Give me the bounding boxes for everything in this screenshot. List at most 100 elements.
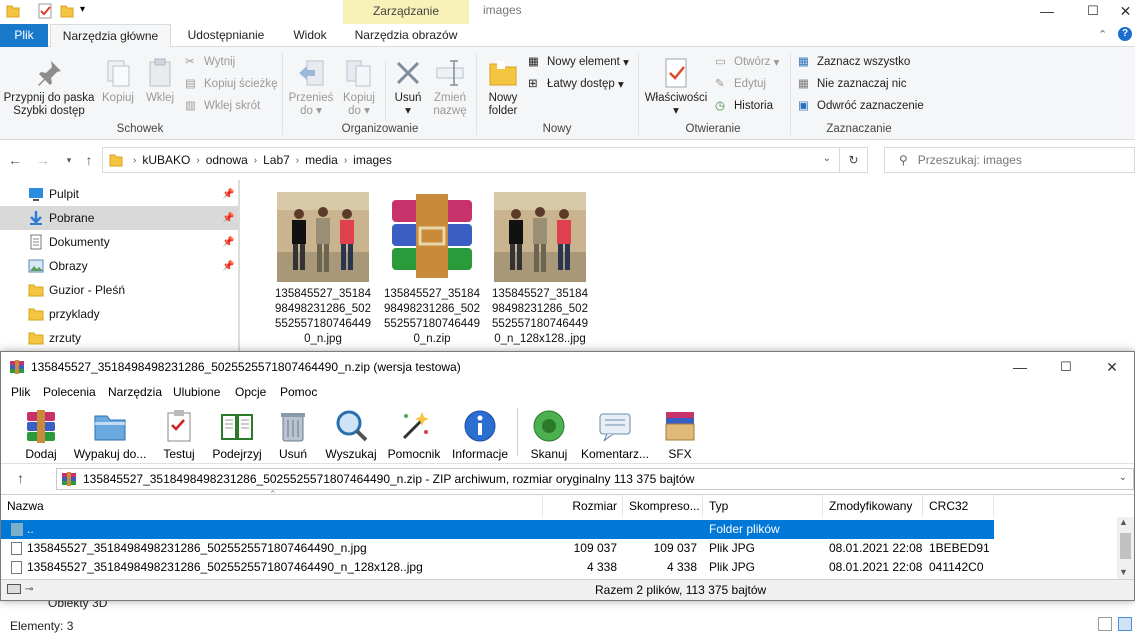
- search-input[interactable]: ⚲ Przeszukaj: images: [884, 147, 1135, 173]
- breadcrumb-item[interactable]: odnowa: [206, 153, 248, 167]
- nav-item-zrzuty[interactable]: zrzuty: [0, 326, 238, 350]
- find-button[interactable]: Wyszukaj: [323, 408, 379, 461]
- navigation-scrollbar[interactable]: [238, 180, 240, 355]
- menu-ulubione[interactable]: Ulubione: [173, 385, 220, 399]
- menu-polecenia[interactable]: Polecenia: [43, 385, 96, 399]
- breadcrumb-item[interactable]: images: [353, 153, 392, 167]
- pin-icon[interactable]: 📌: [222, 237, 234, 248]
- comment-button[interactable]: Komentarz...: [579, 408, 651, 461]
- move-to-button[interactable]: Przenieś do ▾: [288, 57, 334, 118]
- tab-picture-tools[interactable]: Narzędzia obrazów: [343, 24, 469, 47]
- column-header-packed[interactable]: Skompreso...: [623, 495, 703, 517]
- select-none-button[interactable]: ▦ Nie zaznaczaj nic: [798, 75, 906, 93]
- recent-locations-icon[interactable]: ▾: [60, 151, 78, 169]
- details-view-icon[interactable]: [1098, 617, 1112, 631]
- extract-button[interactable]: Wypakuj do...: [71, 408, 149, 461]
- column-header-modified[interactable]: Zmodyfikowany: [823, 495, 923, 517]
- close-icon[interactable]: ✕: [1116, 0, 1135, 22]
- nav-item-pulpit[interactable]: Pulpit 📌: [0, 182, 238, 206]
- menu-narzedzia[interactable]: Narzędzia: [108, 385, 162, 399]
- cut-button[interactable]: ✂ Wytnij: [185, 53, 235, 71]
- tab-plik[interactable]: Plik: [0, 24, 48, 47]
- copy-to-button[interactable]: Kopiuj do ▾: [336, 57, 382, 118]
- pin-quick-access-button[interactable]: Przypnij do paska Szybki dostęp: [0, 57, 98, 118]
- pin-icon[interactable]: 📌: [222, 213, 234, 224]
- up-arrow-icon[interactable]: ↑: [80, 151, 98, 169]
- nav-item-dokumenty[interactable]: Dokumenty 📌: [0, 230, 238, 254]
- tab-view[interactable]: Widok: [280, 24, 340, 47]
- column-header-crc[interactable]: CRC32: [923, 495, 994, 517]
- menu-pomoc[interactable]: Pomoc: [280, 385, 317, 399]
- menu-opcje[interactable]: Opcje: [235, 385, 266, 399]
- select-all-button[interactable]: ▦ Zaznacz wszystko: [798, 53, 910, 71]
- copy-path-button[interactable]: ▤ Kopiuj ścieżkę: [185, 75, 278, 93]
- archive-path-field[interactable]: 135845527_3518498498231286_5025525571807…: [56, 468, 1134, 490]
- breadcrumb-item[interactable]: media: [305, 153, 338, 167]
- table-row[interactable]: 135845527_3518498498231286_5025525571807…: [1, 558, 994, 577]
- paste-button[interactable]: Wklej: [140, 57, 180, 105]
- paste-shortcut-button[interactable]: ▥ Wklej skrót: [185, 97, 260, 115]
- open-button[interactable]: ▭ Otwórz ▾: [715, 53, 779, 71]
- tab-share[interactable]: Udostępnianie: [176, 24, 276, 47]
- table-row[interactable]: .. Folder plików: [1, 520, 994, 539]
- new-folder-button[interactable]: Nowy folder: [480, 57, 526, 118]
- folder-icon[interactable]: [6, 3, 22, 19]
- rename-button[interactable]: Zmień nazwę: [430, 57, 470, 118]
- vertical-scrollbar[interactable]: ▲ ▼: [1117, 517, 1134, 579]
- scroll-down-icon[interactable]: ▼: [1119, 567, 1128, 577]
- maximize-icon[interactable]: ☐: [1070, 0, 1116, 22]
- chevron-down-icon[interactable]: ⌄: [1119, 472, 1127, 483]
- file-item[interactable]: 135845527_35184 98498231286_502 5525571807…: [275, 192, 371, 347]
- scan-button[interactable]: Skanuj: [527, 408, 571, 461]
- delete-button[interactable]: Usuń ▾: [388, 57, 428, 118]
- close-icon[interactable]: ✕: [1089, 356, 1135, 378]
- nav-item-guzior[interactable]: Guzior - Pleśń: [0, 278, 238, 302]
- chevron-down-icon[interactable]: ⌄: [823, 153, 831, 164]
- copy-button[interactable]: Kopiuj: [98, 57, 138, 105]
- edit-button[interactable]: ✎ Edytuj: [715, 75, 766, 93]
- history-button[interactable]: ◷ Historia: [715, 97, 773, 115]
- qat-dropdown-icon[interactable]: ▾: [80, 4, 96, 20]
- pin-icon[interactable]: 📌: [222, 189, 234, 200]
- up-arrow-icon[interactable]: ↑: [17, 470, 24, 486]
- nav-item-przyklady[interactable]: przyklady: [0, 302, 238, 326]
- table-row[interactable]: 135845527_3518498498231286_5025525571807…: [1, 539, 994, 558]
- properties-check-icon[interactable]: [37, 3, 53, 19]
- minimize-icon[interactable]: —: [997, 356, 1043, 378]
- address-bar[interactable]: › kUBAKO › odnowa › Lab7 › media › image…: [102, 147, 840, 173]
- file-item[interactable]: 135845527_35184 98498231286_502 5525571807…: [384, 192, 480, 347]
- invert-selection-button[interactable]: ▣ Odwróć zaznaczenie: [798, 97, 924, 115]
- refresh-icon[interactable]: ↻: [840, 147, 868, 173]
- view-button[interactable]: Podejrzyj: [209, 408, 265, 461]
- wizard-button[interactable]: Pomocnik: [385, 408, 443, 461]
- menu-plik[interactable]: Plik: [11, 385, 30, 399]
- info-button[interactable]: Informacje: [449, 408, 511, 461]
- key-icon[interactable]: ⊸: [25, 584, 33, 595]
- minimize-icon[interactable]: —: [1024, 0, 1070, 22]
- nav-item-pobrane[interactable]: Pobrane 📌: [0, 206, 238, 230]
- help-icon[interactable]: ?: [1118, 27, 1132, 41]
- pin-icon[interactable]: 📌: [222, 261, 234, 272]
- new-folder-qat-icon[interactable]: [60, 3, 76, 19]
- sfx-button[interactable]: SFX: [657, 408, 703, 461]
- scrollbar-thumb[interactable]: [1120, 533, 1131, 559]
- column-header-type[interactable]: Typ: [703, 495, 823, 517]
- delete-button[interactable]: Usuń: [273, 408, 313, 461]
- back-arrow-icon[interactable]: ←: [6, 151, 24, 169]
- add-button[interactable]: Dodaj: [19, 408, 63, 461]
- file-item[interactable]: 135845527_35184 98498231286_502 5525571807…: [492, 192, 588, 347]
- scroll-up-icon[interactable]: ▲: [1119, 517, 1128, 527]
- easy-access-button[interactable]: ⊞ Łatwy dostęp ▾: [528, 75, 624, 93]
- test-button[interactable]: Testuj: [159, 408, 199, 461]
- tab-home[interactable]: Narzędzia główne: [50, 24, 171, 48]
- large-icons-view-icon[interactable]: [1118, 617, 1132, 631]
- maximize-icon[interactable]: ☐: [1043, 356, 1089, 378]
- new-item-button[interactable]: ▦ Nowy element ▾: [528, 53, 629, 71]
- chevron-up-icon[interactable]: ⌃: [1098, 28, 1107, 41]
- breadcrumb-item[interactable]: kUBAKO: [142, 153, 190, 167]
- column-header-size[interactable]: Rozmiar: [543, 495, 623, 517]
- nav-item-obrazy[interactable]: Obrazy 📌: [0, 254, 238, 278]
- breadcrumb-item[interactable]: Lab7: [263, 153, 290, 167]
- drive-icon[interactable]: [7, 584, 21, 594]
- forward-arrow-icon[interactable]: →: [34, 151, 52, 169]
